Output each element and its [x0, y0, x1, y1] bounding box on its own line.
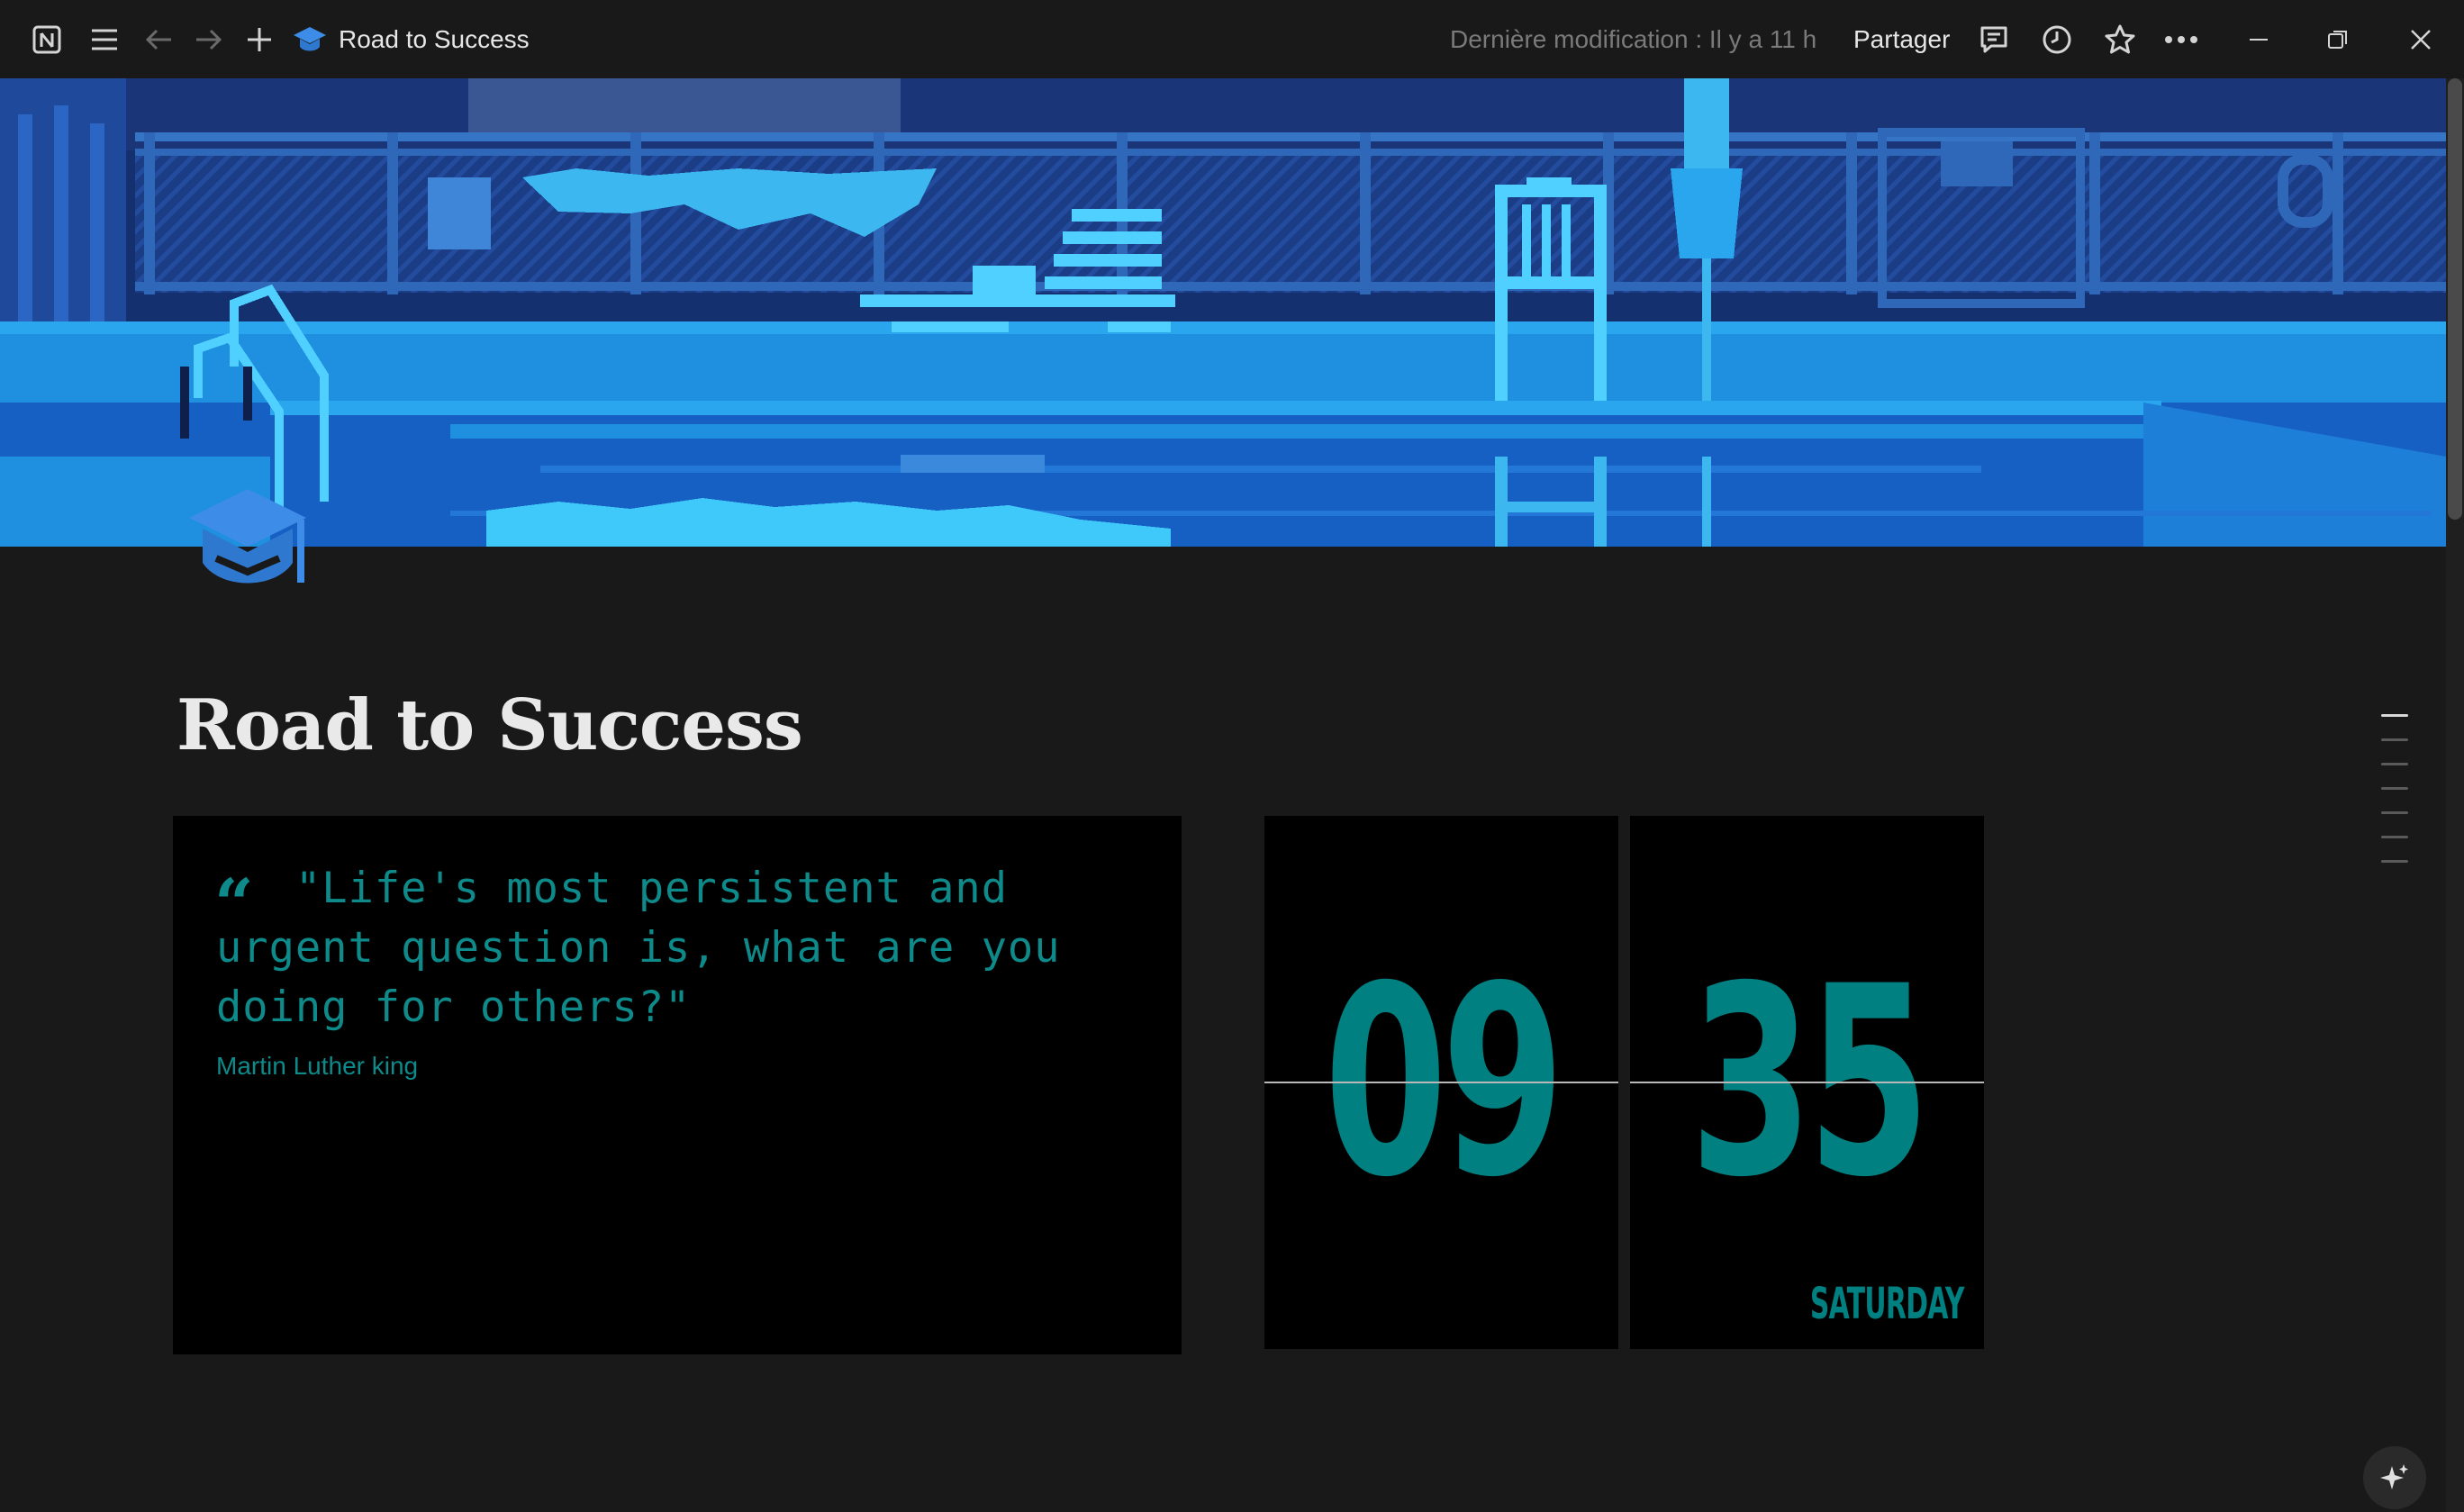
page-title[interactable]: Road to Success [177, 684, 803, 766]
star-icon[interactable] [2102, 0, 2138, 78]
more-horizontal-icon[interactable] [2163, 0, 2199, 78]
arrow-left-icon[interactable] [142, 0, 175, 78]
toc-line[interactable] [2381, 738, 2408, 741]
page-cover-image[interactable] [0, 78, 2446, 547]
restore-window-icon[interactable] [2320, 0, 2356, 78]
toc-line[interactable] [2381, 836, 2408, 838]
quote-author: Martin Luther king [216, 1052, 419, 1080]
last-modified-text: Dernière modification : Il y a 11 h [1450, 24, 1817, 53]
graduation-cap-icon [292, 0, 328, 78]
minimize-window-icon[interactable] [2241, 0, 2277, 78]
top-bar: Road to Success Dernière modification : … [0, 0, 2464, 78]
ai-assistant-button[interactable] [2363, 1446, 2426, 1509]
notion-logo-icon[interactable] [29, 0, 65, 78]
flip-divider [1264, 1082, 1618, 1083]
toc-line[interactable] [2381, 763, 2408, 765]
hamburger-menu-icon[interactable] [88, 0, 121, 78]
toc-line[interactable] [2381, 714, 2408, 717]
share-button[interactable]: Partager [1853, 0, 1950, 78]
quote-widget[interactable]: “ "Life's most persistent and urgent que… [173, 816, 1182, 1354]
table-of-contents-indicator[interactable] [2381, 714, 2412, 884]
page-icon-graduation-cap-icon[interactable] [171, 482, 324, 599]
plus-icon[interactable] [243, 0, 276, 78]
flip-divider [1630, 1082, 1984, 1083]
clock-minutes-card[interactable]: 35 SATURDAY [1630, 816, 1984, 1349]
clock-hours-card[interactable]: 09 [1264, 816, 1618, 1349]
toc-line[interactable] [2381, 787, 2408, 790]
clock-day: SATURDAY [1809, 1279, 1965, 1329]
toc-line[interactable] [2381, 811, 2408, 814]
arrow-right-icon[interactable] [193, 0, 225, 78]
sparkle-icon [2380, 1464, 2408, 1489]
close-window-icon[interactable] [2403, 0, 2439, 78]
quote-text: "Life's most persistent and urgent quest… [216, 864, 1061, 1032]
scrollbar-thumb[interactable] [2448, 78, 2462, 520]
comment-icon[interactable] [1976, 0, 2012, 78]
clock-icon[interactable] [2039, 0, 2075, 78]
toc-line[interactable] [2381, 860, 2408, 863]
breadcrumb-page-title[interactable]: Road to Success [339, 0, 530, 78]
